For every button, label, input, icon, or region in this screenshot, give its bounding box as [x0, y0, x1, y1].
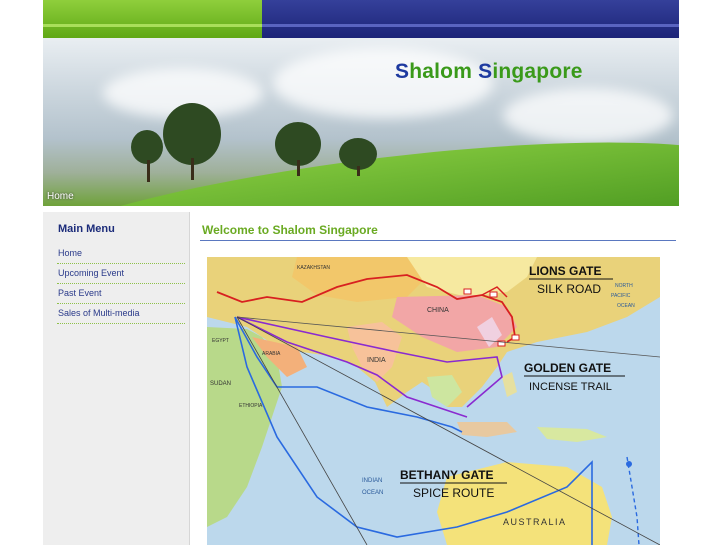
top-color-bar	[43, 0, 679, 38]
label-ocean: OCEAN	[617, 303, 635, 309]
route-marker	[626, 461, 632, 467]
menu-item-sales-of-multi-media[interactable]: Sales of Multi-media	[57, 304, 185, 324]
top-bar-green	[43, 0, 262, 38]
page: Shalom Singapore Home Main Menu Home Upc…	[43, 0, 679, 545]
title-letter-s: S	[395, 60, 410, 83]
bethany-gate-title: BETHANY GATE	[400, 468, 494, 482]
header-banner: Shalom Singapore Home	[43, 38, 679, 206]
title-part-1: halom	[409, 60, 479, 83]
label-north: NORTH	[615, 283, 633, 289]
tree-trunk	[297, 160, 300, 176]
label-kazakhstan: KAZAKHSTAN	[297, 265, 330, 271]
silk-road-label: SILK ROAD	[537, 282, 601, 296]
label-ethiopia: ETHIOPIA	[239, 403, 263, 409]
tree	[131, 130, 163, 164]
silk-road-marker	[511, 334, 520, 341]
label-pacific: PACIFIC	[611, 293, 631, 299]
menu-item-home[interactable]: Home	[57, 244, 185, 264]
label-indian: INDIAN	[362, 478, 382, 484]
main-menu-title: Main Menu	[58, 223, 115, 235]
silk-road-marker	[463, 288, 472, 295]
title-letter-s2: S	[478, 60, 493, 83]
map-svg: LIONS GATE SILK ROAD GOLDEN GATE INCENSE…	[207, 257, 660, 545]
trade-routes-map: LIONS GATE SILK ROAD GOLDEN GATE INCENSE…	[207, 257, 660, 545]
tree-trunk	[357, 166, 360, 176]
label-china: CHINA	[427, 307, 449, 314]
main-content: Welcome to Shalom Singapore LIONS GATE S…	[200, 212, 679, 545]
silk-road-marker	[489, 291, 498, 298]
cloud	[503, 88, 673, 143]
golden-gate-title: GOLDEN GATE	[524, 361, 611, 375]
tree	[163, 103, 221, 165]
title-part-2: ingapore	[492, 60, 583, 83]
menu-item-past-event[interactable]: Past Event	[57, 284, 185, 304]
label-ocean-2: OCEAN	[362, 490, 383, 496]
lions-gate-title: LIONS GATE	[529, 264, 601, 278]
spice-route-label: SPICE ROUTE	[413, 486, 494, 500]
main-menu-list: Home Upcoming Event Past Event Sales of …	[57, 244, 185, 324]
label-sudan: SUDAN	[210, 381, 231, 387]
label-egypt: EGYPT	[212, 338, 229, 344]
label-india: INDIA	[367, 357, 386, 364]
top-bar-blue	[262, 0, 679, 38]
sidebar: Main Menu Home Upcoming Event Past Event…	[43, 212, 190, 545]
welcome-heading: Welcome to Shalom Singapore	[202, 223, 378, 237]
incense-trail-label: INCENSE TRAIL	[529, 381, 612, 393]
breadcrumb-home[interactable]: Home	[47, 191, 74, 202]
label-australia: AUSTRALIA	[503, 517, 567, 527]
tree-trunk	[191, 158, 194, 180]
tree-trunk	[147, 160, 150, 182]
site-title[interactable]: Shalom Singapore	[395, 60, 583, 84]
label-arabia: ARABIA	[262, 351, 281, 357]
menu-item-upcoming-event[interactable]: Upcoming Event	[57, 264, 185, 284]
heading-divider	[200, 240, 676, 241]
